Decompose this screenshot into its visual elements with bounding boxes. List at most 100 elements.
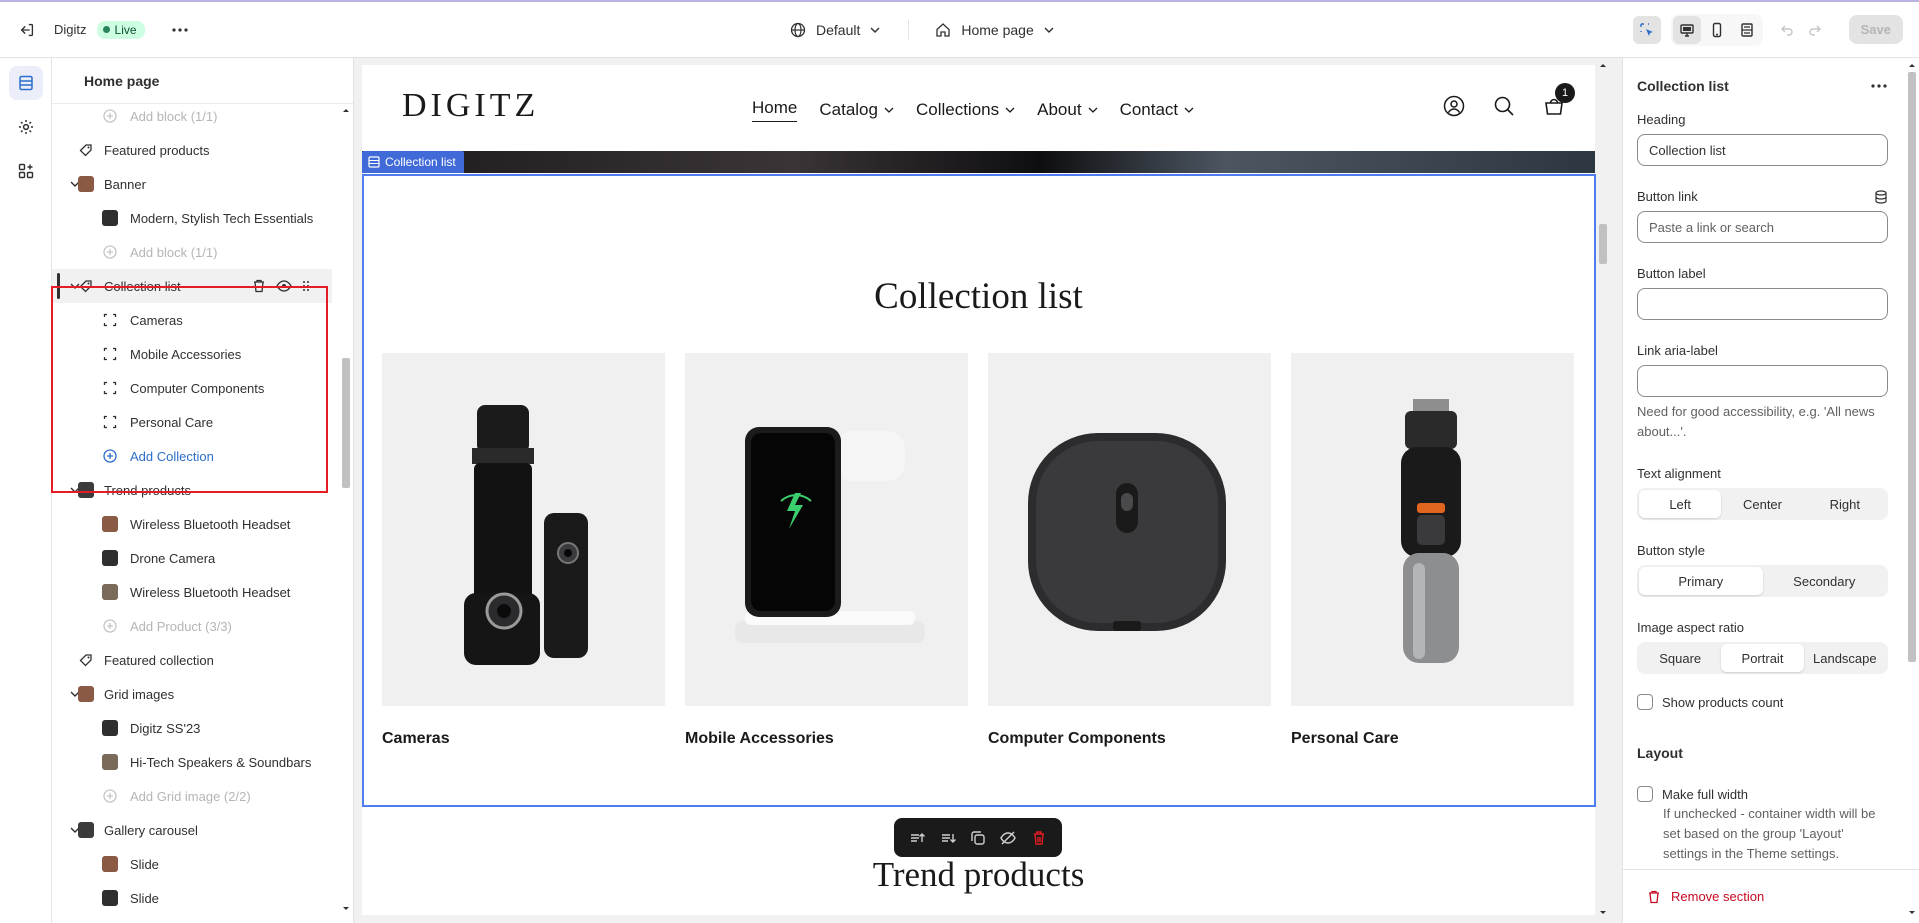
button-link-input[interactable]: Paste a link or search — [1637, 211, 1888, 243]
tree-item-hi-tech-speakers-soundbars[interactable]: Hi-Tech Speakers & Soundbars — [52, 745, 332, 779]
mobile-icon[interactable] — [1703, 16, 1731, 44]
aria-label-input[interactable] — [1637, 365, 1888, 397]
eye-icon[interactable] — [276, 279, 292, 293]
tag-icon — [78, 278, 94, 294]
nav-label: Collections — [915, 100, 1000, 119]
save-button[interactable]: Save — [1848, 15, 1903, 44]
fullwidth-icon[interactable] — [1733, 16, 1761, 44]
tree-item-slide[interactable]: Slide — [52, 847, 332, 881]
drag-handle-icon[interactable] — [302, 280, 310, 292]
section-label-tab[interactable]: Collection list — [362, 151, 464, 173]
settings-title: Collection list — [1637, 78, 1729, 94]
block-icon — [102, 346, 118, 362]
store-header: DIGITZ Home Catalog Collections About Co… — [362, 65, 1595, 151]
hide-icon[interactable] — [999, 829, 1017, 847]
tree-row-label: Gallery carousel — [104, 822, 198, 838]
align-left-option[interactable]: Left — [1639, 490, 1722, 518]
tree-row-label: Featured collection — [104, 652, 214, 668]
move-down-icon[interactable] — [939, 829, 957, 847]
more-horizontal-icon[interactable] — [171, 27, 189, 33]
desktop-icon[interactable] — [1672, 15, 1701, 44]
tree-item-add-block-1-1[interactable]: Add block (1/1) — [52, 99, 332, 133]
tree-section-trend-products[interactable]: Trend products — [52, 473, 332, 507]
store-logo[interactable]: DIGITZ — [402, 87, 539, 125]
tree-section-grid-images[interactable]: Grid images — [52, 677, 332, 711]
cart-icon[interactable]: 1 — [1543, 83, 1575, 117]
section-floating-toolbar — [894, 818, 1062, 857]
left-rail — [0, 58, 52, 923]
nav-item-collections[interactable]: Collections — [916, 98, 1015, 122]
theme-selector[interactable]: Default — [790, 22, 880, 38]
full-width-field: Make full width If unchecked - container… — [1637, 786, 1888, 864]
settings-scrollbar[interactable] — [1905, 58, 1919, 923]
tree-row-label: Banner — [104, 176, 146, 192]
sections-icon[interactable] — [8, 66, 43, 100]
remove-section-button[interactable]: Remove section — [1623, 869, 1919, 923]
account-icon[interactable] — [1443, 95, 1465, 117]
tree-item-wireless-bluetooth-headset[interactable]: Wireless Bluetooth Headset — [52, 575, 332, 609]
tree-item-computer-components[interactable]: Computer Components — [52, 371, 332, 405]
checkbox-label: Show products count — [1662, 694, 1784, 710]
image-thumbnail-icon — [78, 482, 94, 498]
home-icon — [935, 22, 951, 38]
tree-item-drone-camera[interactable]: Drone Camera — [52, 541, 332, 575]
tree-section-gallery-carousel[interactable]: Gallery carousel — [52, 813, 332, 847]
tree-item-digitz-ss-23[interactable]: Digitz SS'23 — [52, 711, 332, 745]
nav-item-contact[interactable]: Contact — [1120, 98, 1195, 122]
aspect-portrait-option[interactable]: Portrait — [1721, 644, 1804, 672]
exit-icon[interactable] — [0, 2, 54, 57]
full-width-checkbox[interactable] — [1637, 786, 1653, 802]
tree-item-personal-care[interactable]: Personal Care — [52, 405, 332, 439]
image-thumbnail-icon — [102, 720, 118, 736]
duplicate-icon[interactable] — [969, 829, 987, 847]
style-secondary-option[interactable]: Secondary — [1763, 567, 1887, 595]
tree-section-featured-collection[interactable]: Featured collection — [52, 643, 332, 677]
apps-icon[interactable] — [9, 154, 43, 188]
button-label-input[interactable] — [1637, 288, 1888, 320]
aspect-square-option[interactable]: Square — [1639, 644, 1721, 672]
settings-gear-icon[interactable] — [9, 110, 43, 144]
tree-item-cameras[interactable]: Cameras — [52, 303, 332, 337]
nav-item-home[interactable]: Home — [752, 98, 798, 122]
tree-item-add-product-3-3[interactable]: Add Product (3/3) — [52, 609, 332, 643]
tree-scrollbar[interactable] — [340, 104, 352, 919]
tree-section-collection-list[interactable]: Collection list — [52, 269, 332, 303]
tree-row-label: Mobile Accessories — [130, 346, 242, 362]
tree-item-modern-stylish-tech-essentials[interactable]: Modern, Stylish Tech Essentials — [52, 201, 332, 235]
delete-icon[interactable] — [1030, 829, 1048, 847]
database-icon[interactable] — [1874, 189, 1888, 204]
show-count-field: Show products count — [1637, 694, 1888, 710]
image-thumbnail-icon — [102, 584, 118, 600]
inspect-cursor-icon[interactable] — [1632, 15, 1661, 44]
page-selector[interactable]: Home page — [935, 22, 1054, 38]
nav-item-about[interactable]: About — [1037, 98, 1098, 122]
image-thumbnail-icon — [78, 822, 94, 838]
nav-item-catalog[interactable]: Catalog — [819, 98, 894, 122]
tree-item-add-grid-image-2-2[interactable]: Add Grid image (2/2) — [52, 779, 332, 813]
redo-icon[interactable] — [1801, 16, 1829, 44]
align-right-option[interactable]: Right — [1804, 490, 1886, 518]
tree-item-add-collection[interactable]: Add Collection — [52, 439, 332, 473]
delete-icon[interactable] — [252, 279, 266, 293]
button-style-segmented: Primary Secondary — [1637, 565, 1888, 597]
tree-section-banner[interactable]: Banner — [52, 167, 332, 201]
more-horizontal-icon[interactable] — [1871, 84, 1887, 88]
style-primary-option[interactable]: Primary — [1639, 567, 1763, 595]
move-up-icon[interactable] — [908, 829, 926, 847]
heading-input[interactable]: Collection list — [1637, 134, 1888, 166]
tree-item-wireless-bluetooth-headset[interactable]: Wireless Bluetooth Headset — [52, 507, 332, 541]
align-center-option[interactable]: Center — [1721, 490, 1803, 518]
show-count-checkbox[interactable] — [1637, 694, 1653, 710]
tree-item-add-block-1-1[interactable]: Add block (1/1) — [52, 235, 332, 269]
image-thumbnail-icon — [78, 686, 94, 702]
aspect-landscape-option[interactable]: Landscape — [1804, 644, 1886, 672]
field-label: Button style — [1637, 543, 1705, 558]
preview-scrollbar[interactable] — [1596, 58, 1610, 923]
banner-image-strip — [362, 151, 1595, 173]
tree-section-featured-products[interactable]: Featured products — [52, 133, 332, 167]
search-icon[interactable] — [1493, 95, 1515, 117]
tree-item-mobile-accessories[interactable]: Mobile Accessories — [52, 337, 332, 371]
tree-item-slide[interactable]: Slide — [52, 881, 332, 915]
undo-icon[interactable] — [1773, 16, 1801, 44]
field-label: Heading — [1637, 112, 1686, 127]
